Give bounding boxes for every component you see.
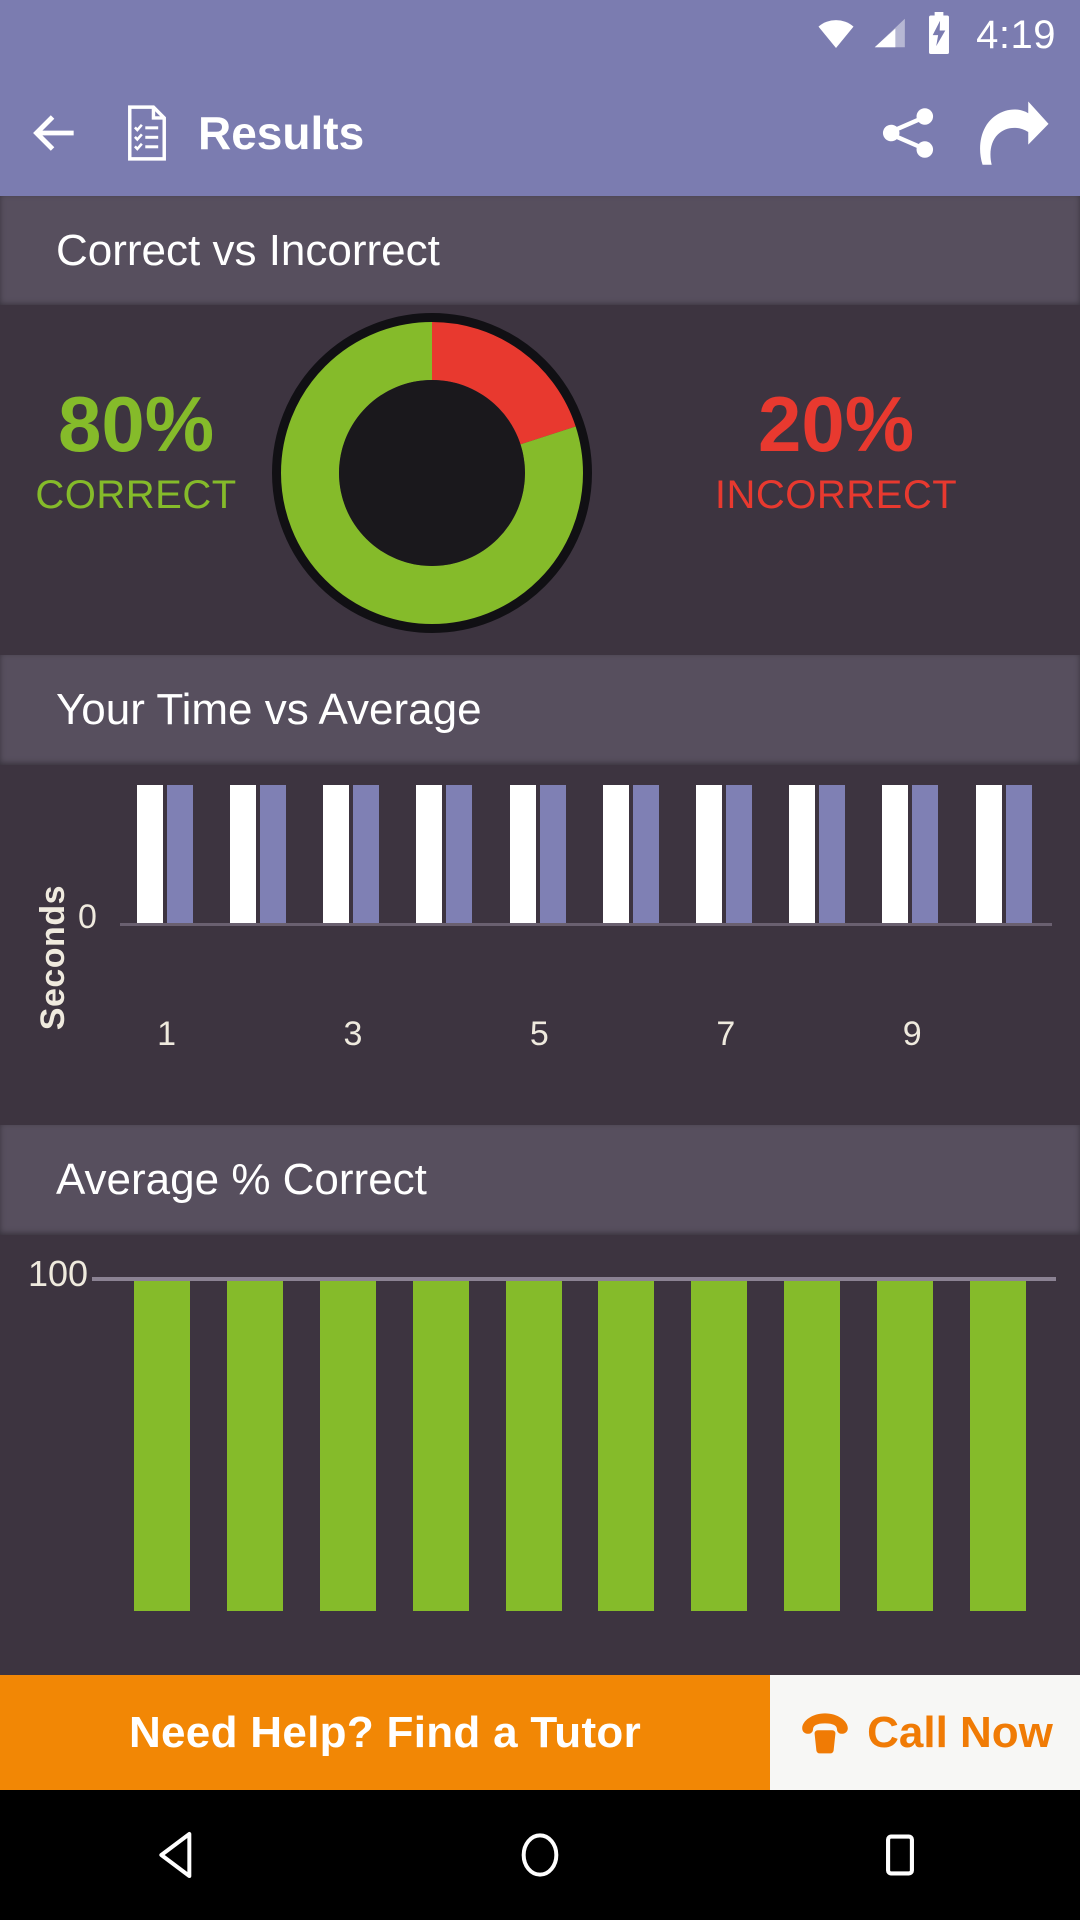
section-header-average-pct-correct: Average % Correct bbox=[0, 1125, 1080, 1235]
donut-chart bbox=[272, 313, 592, 633]
y-axis-title: Seconds bbox=[34, 885, 72, 1031]
bar-average bbox=[632, 785, 659, 925]
bar-average-percent-correct bbox=[227, 1281, 284, 1611]
share-icon bbox=[882, 108, 934, 158]
your-time-vs-average-chart: Seconds 0 1 3 5 7 9 bbox=[0, 765, 1080, 1125]
section-title: Average % Correct bbox=[56, 1155, 427, 1204]
nav-recents-button[interactable] bbox=[800, 1829, 1000, 1881]
section-header-correct-vs-incorrect: Correct vs Incorrect bbox=[0, 196, 1080, 306]
bar-average bbox=[725, 785, 752, 925]
correct-stat: 80% CORRECT bbox=[0, 385, 272, 518]
y-tick-0: 0 bbox=[78, 898, 97, 936]
bar-average bbox=[259, 785, 286, 925]
average-percent-correct-chart: 100 bbox=[0, 1235, 1080, 1675]
section-title: Your Time vs Average bbox=[56, 685, 482, 734]
bar-average bbox=[166, 785, 193, 925]
wifi-icon bbox=[816, 13, 856, 58]
app-bar: Results bbox=[0, 70, 1080, 196]
bar-your-time bbox=[789, 785, 816, 925]
section-title: Correct vs Incorrect bbox=[56, 226, 440, 275]
phone-icon bbox=[802, 1712, 848, 1753]
time-bars-plot-area bbox=[120, 785, 1052, 925]
section-header-your-time-vs-average: Your Time vs Average bbox=[0, 655, 1080, 765]
status-clock: 4:19 bbox=[976, 13, 1056, 57]
back-arrow-icon bbox=[33, 115, 74, 151]
bar-average bbox=[912, 785, 939, 925]
bar-group bbox=[695, 785, 752, 925]
bar-group bbox=[509, 785, 566, 925]
bar-your-time bbox=[695, 785, 722, 925]
bar-your-time bbox=[602, 785, 629, 925]
nav-back-triangle-icon bbox=[159, 1832, 192, 1878]
status-bar: 4:19 bbox=[0, 0, 1080, 70]
correct-percent: 80% bbox=[57, 380, 215, 468]
bar-average bbox=[819, 785, 846, 925]
share-button[interactable] bbox=[856, 102, 960, 164]
correct-label: CORRECT bbox=[35, 473, 237, 517]
time-axis-baseline bbox=[120, 923, 1052, 926]
incorrect-label: INCORRECT bbox=[714, 473, 958, 517]
time-x-axis-ticks: 1 3 5 7 9 bbox=[120, 1015, 1052, 1065]
android-nav-bar bbox=[0, 1790, 1080, 1920]
bar-average bbox=[446, 785, 473, 925]
nav-home-circle-icon bbox=[521, 1833, 559, 1877]
x-tick-label: 1 bbox=[157, 1015, 177, 1053]
x-tick-label: 5 bbox=[529, 1015, 549, 1053]
y-tick-100: 100 bbox=[28, 1253, 89, 1294]
bar-average-percent-correct bbox=[412, 1281, 469, 1611]
next-button[interactable] bbox=[960, 100, 1064, 166]
incorrect-percent: 20% bbox=[757, 380, 915, 468]
bar-group bbox=[789, 785, 846, 925]
bar-average-percent-correct bbox=[969, 1281, 1026, 1611]
bar-average-percent-correct bbox=[134, 1281, 191, 1611]
bar-group bbox=[602, 785, 659, 925]
bar-group bbox=[323, 785, 380, 925]
back-button[interactable] bbox=[0, 105, 110, 161]
x-tick-label: 3 bbox=[343, 1015, 363, 1053]
cellular-signal-icon bbox=[870, 14, 908, 57]
bar-your-time bbox=[229, 785, 256, 925]
bar-average-percent-correct bbox=[876, 1281, 933, 1611]
bar-group bbox=[136, 785, 193, 925]
bar-your-time bbox=[975, 785, 1002, 925]
bar-average bbox=[1005, 785, 1032, 925]
ad-headline: Need Help? Find a Tutor bbox=[128, 1707, 642, 1757]
call-now-label: Call Now bbox=[867, 1707, 1053, 1757]
page-title: Results bbox=[198, 107, 365, 159]
bar-average-percent-correct bbox=[598, 1281, 655, 1611]
bar-average bbox=[539, 785, 566, 925]
x-tick-label: 7 bbox=[716, 1015, 736, 1053]
bar-average-percent-correct bbox=[691, 1281, 748, 1611]
nav-back-button[interactable] bbox=[80, 1827, 280, 1883]
nav-home-button[interactable] bbox=[440, 1827, 640, 1883]
bar-your-time bbox=[416, 785, 443, 925]
checklist-document-icon bbox=[110, 105, 184, 161]
bar-your-time bbox=[509, 785, 536, 925]
bar-group bbox=[229, 785, 286, 925]
ad-banner[interactable]: Need Help? Find a Tutor Call Now bbox=[0, 1675, 1080, 1790]
bar-group bbox=[416, 785, 473, 925]
nav-recents-square-icon bbox=[886, 1834, 914, 1876]
call-now-button[interactable]: Call Now bbox=[770, 1675, 1080, 1790]
bar-group bbox=[975, 785, 1032, 925]
bar-group bbox=[882, 785, 939, 925]
bar-average-percent-correct bbox=[784, 1281, 840, 1611]
bar-your-time bbox=[136, 785, 163, 925]
bar-average-percent-correct bbox=[320, 1281, 376, 1611]
incorrect-stat: 20% INCORRECT bbox=[592, 385, 1080, 518]
bar-average bbox=[353, 785, 380, 925]
bar-your-time bbox=[882, 785, 909, 925]
bar-average-percent-correct bbox=[505, 1281, 562, 1611]
correct-vs-incorrect-chart: 80% CORRECT 20% INCORRECT bbox=[0, 305, 1080, 655]
ad-headline-area[interactable]: Need Help? Find a Tutor bbox=[0, 1675, 770, 1790]
bar-your-time bbox=[323, 785, 350, 925]
x-tick-label: 9 bbox=[902, 1015, 922, 1053]
battery-charging-icon bbox=[922, 11, 956, 59]
curved-arrow-icon bbox=[980, 101, 1049, 165]
